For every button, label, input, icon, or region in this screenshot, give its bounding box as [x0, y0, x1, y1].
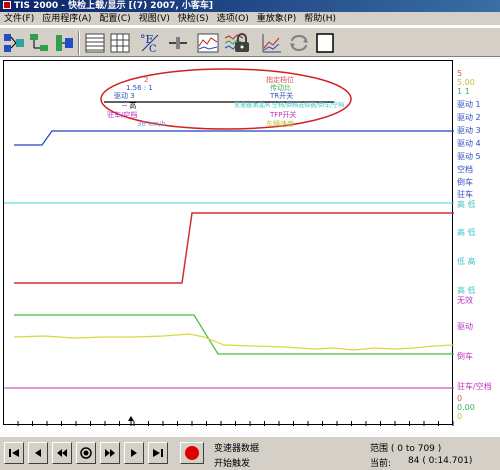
- target-icon: [80, 447, 92, 459]
- legend-name-tr-switch: TR开关: [270, 92, 294, 100]
- gear-trace: [14, 130, 454, 146]
- menu-view[interactable]: 视图(V): [137, 12, 176, 26]
- fc-unit-icon[interactable]: °F C: [138, 31, 162, 55]
- axis-label: 驱动 3: [457, 126, 481, 135]
- rewind-icon: [57, 449, 67, 457]
- network-icon[interactable]: [27, 31, 51, 55]
- axis-label: 5.00: [457, 78, 475, 87]
- plot-area[interactable]: 2 1.56 : 1 驱动 3 -- 高 驻车/空档 36 km/h 指定档位 …: [3, 60, 454, 426]
- x-axis-ticks: [17, 421, 454, 426]
- current-label: 当前:: [370, 459, 392, 469]
- loop-arrows-icon[interactable]: [287, 31, 311, 55]
- legend-name-commanded-gear: 指定档位: [266, 76, 294, 84]
- legend-name-ratio: 传动比: [270, 84, 291, 92]
- step-forward-icon: [131, 449, 137, 457]
- connect-tree-icon[interactable]: [2, 31, 26, 55]
- axis-label: 倒车: [457, 178, 473, 187]
- axis-label: 驱动 4: [457, 139, 481, 148]
- axis-label: 高 低: [457, 200, 476, 209]
- app-icon: [3, 1, 11, 9]
- legend-value-tfp: 驻车/空档: [107, 111, 138, 119]
- status-trigger-label: 开始触发: [214, 459, 251, 469]
- right-axis-labels: 5 5.00 1 1 驱动 1 驱动 2 驱动 3 驱动 4 驱动 5 空档 倒…: [454, 60, 500, 425]
- lock-icon[interactable]: [230, 31, 254, 55]
- axis-label: 1 1: [457, 87, 470, 96]
- go-to-start-button[interactable]: [4, 442, 24, 464]
- cursor-marker[interactable]: [128, 416, 134, 426]
- toolbar: °F C: [0, 27, 500, 57]
- axis-label: 无效: [457, 296, 473, 305]
- axis-label: 驱动 5: [457, 152, 481, 161]
- axis-label: 0: [457, 394, 463, 403]
- go-to-end-button[interactable]: [148, 442, 168, 464]
- fast-forward-button[interactable]: [100, 442, 120, 464]
- waveform-icon[interactable]: [196, 31, 220, 55]
- blank-page-icon[interactable]: [313, 31, 337, 55]
- rewind-button[interactable]: [52, 442, 72, 464]
- signal-chart: [4, 68, 454, 426]
- axis-label: 低 高: [457, 257, 476, 266]
- menu-help[interactable]: 帮助(H): [302, 12, 342, 26]
- skip-start-icon: [9, 449, 19, 457]
- current-value: 84 ( 0:14.701): [408, 456, 473, 466]
- axis-label: 0.00: [457, 403, 475, 412]
- axis-label: 空档: [457, 165, 473, 174]
- range-readout: 范围 ( 0 to 709 ): [370, 444, 442, 454]
- menu-application[interactable]: 应用程序(A): [40, 12, 97, 26]
- legend-name-tfp-switch: TFP开关: [270, 111, 297, 119]
- svg-text:C: C: [149, 44, 157, 54]
- axis-label: 5: [457, 69, 463, 78]
- menu-options[interactable]: 选项(O): [215, 12, 255, 26]
- legend-value-gear: 2: [144, 76, 149, 84]
- stop-button[interactable]: [180, 442, 204, 464]
- axis-label: 高 低: [457, 286, 476, 295]
- toolbar-separator: [78, 31, 80, 55]
- menu-file[interactable]: 文件(F): [2, 12, 40, 26]
- axis-label: 0: [457, 412, 463, 421]
- slider-icon[interactable]: [166, 31, 190, 55]
- speed-trace: [13, 333, 454, 351]
- table-view-icon[interactable]: [108, 31, 132, 55]
- device-list-icon[interactable]: [52, 31, 76, 55]
- step-back-button[interactable]: [28, 442, 48, 464]
- axis-label: 倒车: [457, 352, 473, 361]
- playback-bar: 变速器数据 开始触发 范围 ( 0 to 709 ) 当前: 84 ( 0:14…: [0, 436, 500, 470]
- legend-value-ratio: 1.56 : 1: [126, 84, 153, 92]
- grid-view-icon[interactable]: [83, 31, 107, 55]
- legend-value-tr: 驱动 3: [114, 92, 135, 100]
- axis-label: 驱动 2: [457, 113, 481, 122]
- menu-config[interactable]: 配置(C): [97, 12, 136, 26]
- skip-end-icon: [153, 449, 163, 457]
- chart-zoom-icon[interactable]: [260, 31, 284, 55]
- step-back-icon: [35, 449, 41, 457]
- step-forward-button[interactable]: [124, 442, 144, 464]
- fast-forward-icon: [105, 449, 115, 457]
- menu-quickcheck[interactable]: 快检(S): [176, 12, 215, 26]
- menu-bar: 文件(F) 应用程序(A) 配置(C) 视图(V) 快检(S) 选项(O) 重放…: [0, 12, 500, 26]
- axis-label: 驻车: [457, 190, 473, 199]
- commanded-gear-trace: [14, 212, 454, 284]
- axis-label: 高 低: [457, 228, 476, 237]
- axis-label: 驻车/空档: [457, 382, 492, 391]
- legend-name-vehicle-speed: 车辆速度: [266, 120, 294, 128]
- title-bar: TIS 2000 - 快检上载/显示 [(7) 2007, 小客车]: [0, 0, 500, 12]
- status-data-label: 变速器数据: [214, 444, 260, 454]
- axis-label: 驱动 1: [457, 100, 481, 109]
- legend-value-temp: -- 高: [122, 102, 137, 110]
- window-title: TIS 2000 - 快检上载/显示 [(7) 2007, 小客车]: [14, 1, 214, 11]
- menu-replay[interactable]: 重放象(P): [255, 12, 302, 26]
- legend-value-speed: 36 km/h: [137, 120, 166, 128]
- axis-label: 驱动: [457, 322, 473, 331]
- record-marker-button[interactable]: [76, 442, 96, 464]
- legend-name-temp-selector: 变速器油温/R 空档/倒档选择器/倒车/空档: [234, 102, 345, 109]
- stop-record-icon: [185, 446, 199, 460]
